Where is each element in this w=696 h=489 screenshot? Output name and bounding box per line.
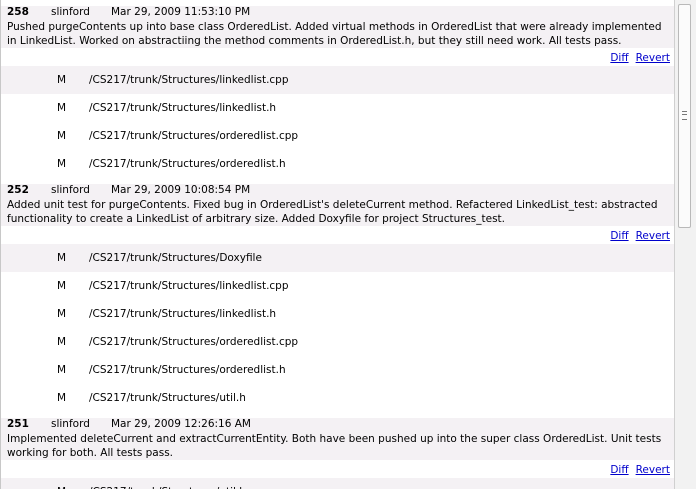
changed-file-row[interactable]: M /CS217/trunk/Structures/orderedlist.h: [1, 356, 674, 384]
file-path: /CS217/trunk/Structures/orderedlist.cpp: [89, 336, 299, 348]
changed-file-row[interactable]: M /CS217/trunk/Structures/linkedlist.h: [1, 300, 674, 328]
revision-author: slinford: [51, 184, 90, 196]
change-action: M: [57, 74, 67, 86]
revision-author: slinford: [51, 6, 90, 18]
file-path: /CS217/trunk/Structures/orderedlist.h: [89, 364, 286, 376]
file-path: /CS217/trunk/Structures/linkedlist.cpp: [89, 74, 289, 86]
revision-number: 258: [7, 6, 29, 18]
revert-link[interactable]: Revert: [636, 464, 670, 476]
file-path: /CS217/trunk/Structures/util.h: [89, 392, 246, 404]
change-action: M: [57, 158, 67, 170]
revert-link[interactable]: Revert: [636, 230, 670, 242]
revision-log-view[interactable]: 258 slinford Mar 29, 2009 11:53:10 PM Push…: [0, 0, 674, 489]
revision-actions: Diff Revert: [1, 48, 674, 66]
changed-file-row[interactable]: M /CS217/trunk/Structures/linkedlist.cpp: [1, 272, 674, 300]
scrollbar-thumb[interactable]: [678, 4, 691, 228]
file-path: /CS217/trunk/Structures/orderedlist.h: [89, 158, 286, 170]
commit-message: Pushed purgeContents up into base class …: [1, 20, 674, 48]
diff-link[interactable]: Diff: [610, 464, 628, 476]
change-action: M: [57, 280, 67, 292]
revision-actions: Diff Revert: [1, 460, 674, 478]
changed-file-row[interactable]: M /CS217/trunk/Structures/orderedlist.cp…: [1, 328, 674, 356]
revision-header: 252 slinford Mar 29, 2009 10:08:54 PM: [1, 184, 674, 198]
changed-file-row[interactable]: M /CS217/trunk/Structures/Doxyfile: [1, 244, 674, 272]
revision-entry: 251 slinford Mar 29, 2009 12:26:16 AM Impl…: [1, 418, 674, 489]
changed-file-row[interactable]: M /CS217/trunk/Structures/linkedlist.h: [1, 94, 674, 122]
revision-actions: Diff Revert: [1, 226, 674, 244]
changed-file-row[interactable]: M /CS217/trunk/Structures/orderedlist.h: [1, 150, 674, 178]
file-path: /CS217/trunk/Structures/linkedlist.h: [89, 308, 277, 320]
revision-header: 258 slinford Mar 29, 2009 11:53:10 PM: [1, 6, 674, 20]
changed-file-row[interactable]: M /CS217/trunk/Structures/util.h: [1, 478, 674, 489]
change-action: M: [57, 102, 67, 114]
vertical-scrollbar[interactable]: [674, 0, 696, 489]
revision-author: slinford: [51, 418, 90, 430]
revert-link[interactable]: Revert: [636, 52, 670, 64]
diff-link[interactable]: Diff: [610, 52, 628, 64]
change-action: M: [57, 252, 67, 264]
file-path: /CS217/trunk/Structures/Doxyfile: [89, 252, 262, 264]
file-path: /CS217/trunk/Structures/linkedlist.h: [89, 102, 277, 114]
commit-message: Implemented deleteCurrent and extractCur…: [1, 432, 674, 460]
file-path: /CS217/trunk/Structures/orderedlist.cpp: [89, 130, 299, 142]
revision-number: 252: [7, 184, 29, 196]
revision-date: Mar 29, 2009 12:26:16 AM: [111, 418, 251, 430]
revision-entry: 258 slinford Mar 29, 2009 11:53:10 PM Push…: [1, 6, 674, 178]
file-path: /CS217/trunk/Structures/util.h: [89, 478, 246, 489]
diff-link[interactable]: Diff: [610, 230, 628, 242]
revision-date: Mar 29, 2009 10:08:54 PM: [111, 184, 251, 196]
changed-file-row[interactable]: M /CS217/trunk/Structures/orderedlist.cp…: [1, 122, 674, 150]
change-action: M: [57, 392, 67, 404]
file-path: /CS217/trunk/Structures/linkedlist.cpp: [89, 280, 289, 292]
scrollbar-grip-icon: [682, 111, 687, 120]
changed-file-row[interactable]: M /CS217/trunk/Structures/util.h: [1, 384, 674, 412]
revision-date: Mar 29, 2009 11:53:10 PM: [111, 6, 251, 18]
change-action: M: [57, 336, 67, 348]
change-action: M: [57, 478, 66, 489]
revision-entry: 252 slinford Mar 29, 2009 10:08:54 PM Adde…: [1, 184, 674, 412]
revision-header: 251 slinford Mar 29, 2009 12:26:16 AM: [1, 418, 674, 432]
change-action: M: [57, 364, 67, 376]
revision-number: 251: [7, 418, 29, 430]
change-action: M: [57, 130, 67, 142]
changed-file-row[interactable]: M /CS217/trunk/Structures/linkedlist.cpp: [1, 66, 674, 94]
change-action: M: [57, 308, 67, 320]
commit-message: Added unit test for purgeContents. Fixed…: [1, 198, 674, 226]
